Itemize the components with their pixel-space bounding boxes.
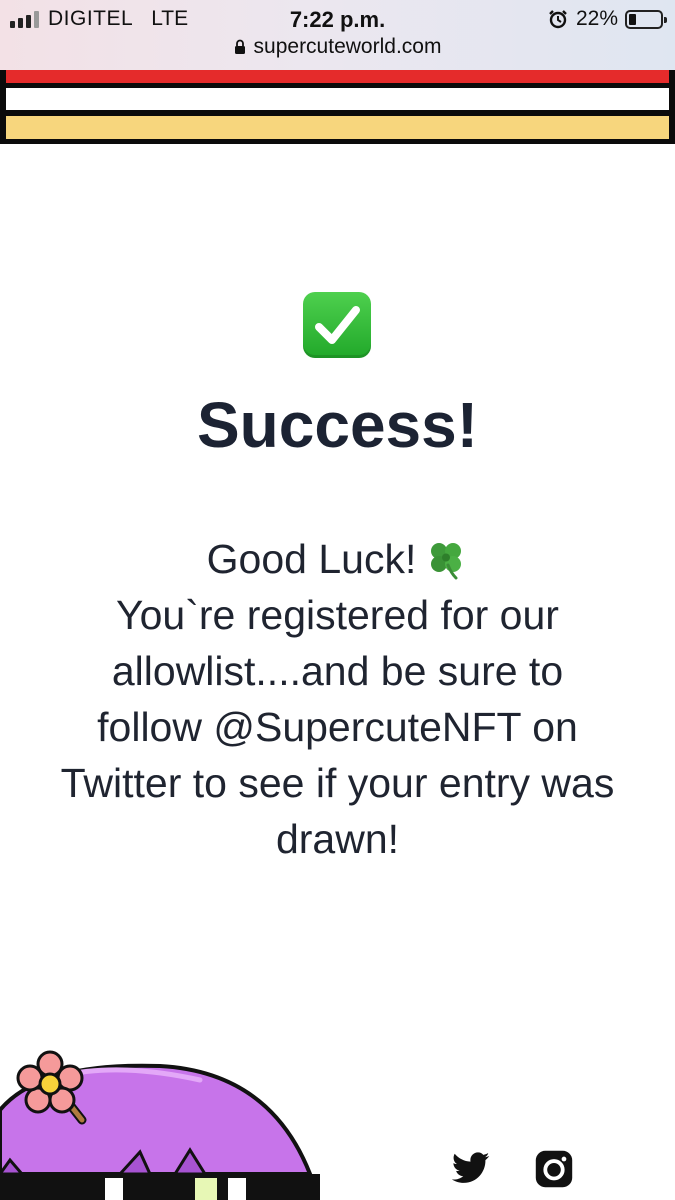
message-line-5: Twitter to see if your entry was [60,760,615,806]
red-stripe [6,70,669,83]
page-title: Success! [196,389,479,461]
message-line-3: allowlist....and be sure to [111,648,564,694]
success-message: Good Luck! You`re registered for our all… [20,531,655,867]
message-line-4: follow @SupercuteNFT on [97,704,578,750]
message-line-6: drawn! [275,816,400,862]
flower-icon [16,1050,84,1114]
message-line-2: You`re registered for our [116,592,559,638]
check-mark-button-icon [303,292,371,358]
yellow-stripe [6,116,669,139]
message-line-1: Good Luck! [20,531,655,587]
four-leaf-clover-icon [431,543,462,580]
twitter-icon[interactable] [452,1152,490,1184]
battery-percent: 22% [575,7,618,30]
battery-icon [625,9,667,29]
page-url[interactable]: supercuteworld.com [254,35,442,59]
instagram-icon[interactable] [535,1150,573,1188]
lock-icon [234,39,245,54]
status-bar: DIGITEL LTE 7:22 p.m. 22% supercuteworld… [0,0,675,70]
supercute-character-illustration [0,1050,320,1200]
white-stripe [6,88,669,110]
status-bar-right: 22% [548,7,667,31]
address-bar[interactable]: supercuteworld.com [0,35,675,59]
header-stripes [0,70,675,144]
alarm-icon [549,10,567,29]
